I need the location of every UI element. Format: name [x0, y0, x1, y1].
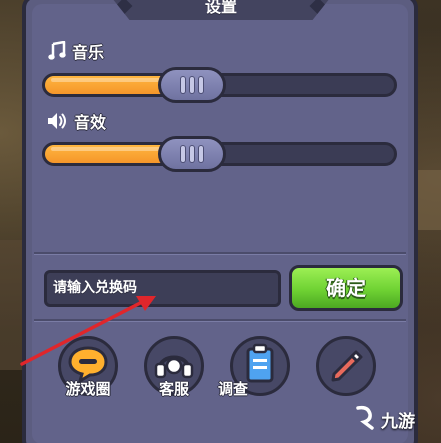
customer-service-label: 客服 [158, 380, 189, 398]
music-label-row: 音乐 [48, 39, 104, 63]
music-label: 音乐 [72, 43, 105, 62]
game-circle-button[interactable]: 游戏圈 [52, 336, 124, 416]
sound-volume-slider[interactable] [42, 136, 397, 172]
speaker-icon [46, 111, 68, 131]
redeem-code-input[interactable]: 请输入兑换码 [44, 270, 281, 307]
survey-label: 调查 [218, 380, 249, 398]
sound-label-row: 音效 [46, 109, 106, 133]
watermark-text: 九游 [381, 412, 415, 432]
music-slider-handle[interactable] [157, 67, 226, 103]
pencil-icon [326, 344, 366, 388]
sound-label: 音效 [74, 113, 107, 132]
confirm-button[interactable]: 确定 [289, 265, 403, 311]
sound-slider-handle[interactable] [157, 136, 226, 172]
music-volume-slider[interactable] [42, 67, 397, 103]
customer-service-button[interactable]: 客服 [138, 336, 210, 416]
watermark-logo-icon [352, 404, 378, 435]
watermark: 九游 [352, 404, 415, 435]
music-note-icon [48, 41, 66, 61]
game-circle-label: 游戏圈 [65, 380, 111, 398]
dialog-title: 设置 [204, 0, 237, 16]
divider-bottom [34, 319, 406, 321]
title-plate: 设置 [112, 0, 330, 20]
divider-top [34, 252, 406, 254]
survey-button[interactable]: 调查 [218, 336, 296, 416]
